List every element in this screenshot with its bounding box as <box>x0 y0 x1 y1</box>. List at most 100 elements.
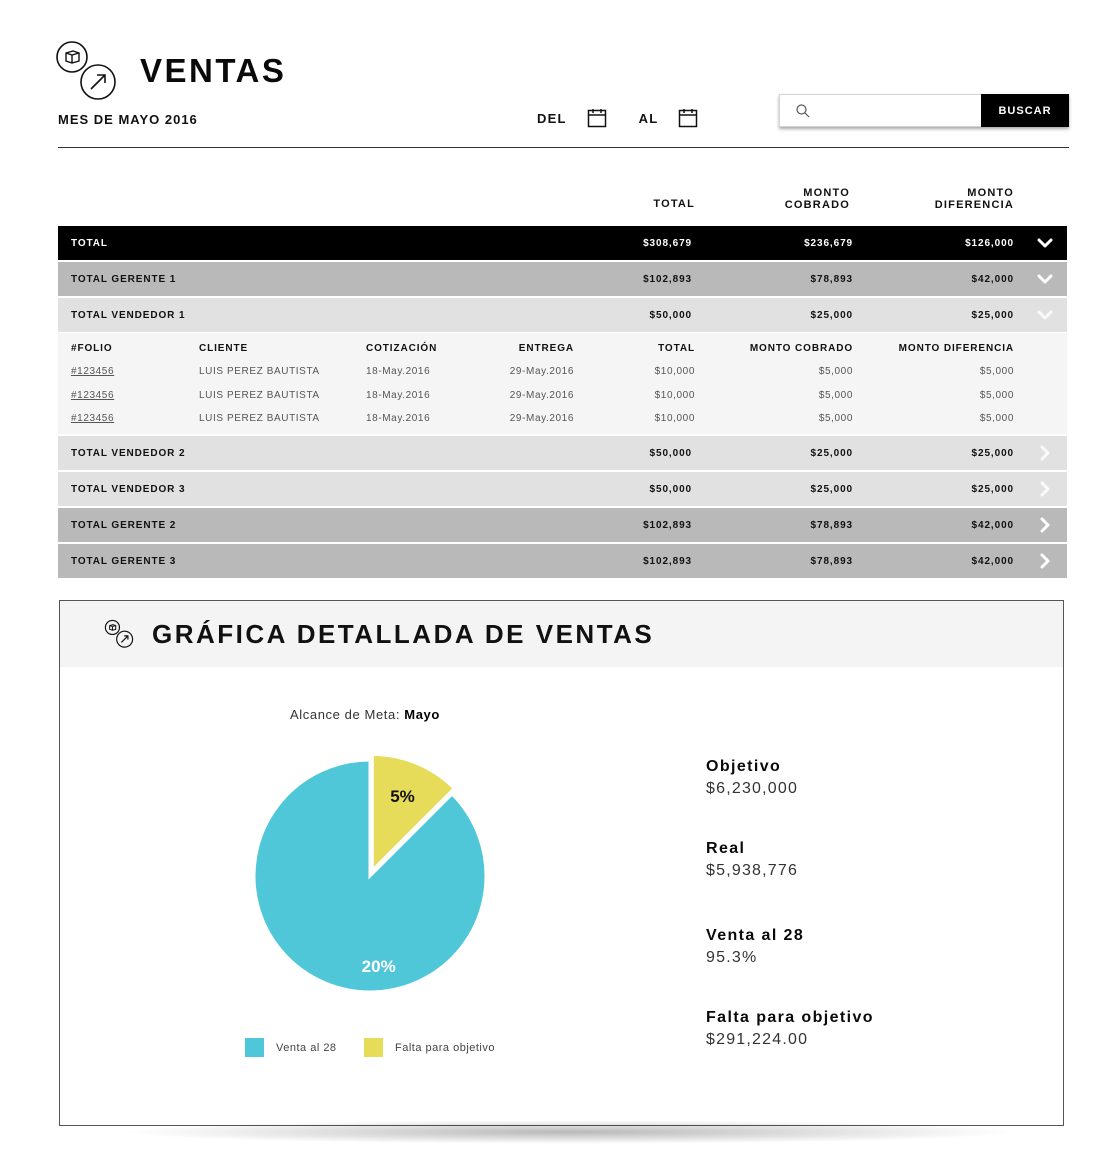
stat-value: $291,224.00 <box>706 1031 809 1048</box>
detail-header-cotizacion: COTIZACIÓN <box>366 343 438 354</box>
cell-total: $10,000 <box>654 390 695 401</box>
folio-link[interactable]: #123456 <box>71 366 114 377</box>
calendar-icon[interactable] <box>587 108 607 128</box>
cell-cotizacion: 18-May.2016 <box>366 390 431 401</box>
chart-caption-month: Mayo <box>404 707 440 722</box>
search-field[interactable] <box>779 94 981 127</box>
header-divider <box>58 147 1069 148</box>
row-monto-diferencia: $25,000 <box>971 447 1014 459</box>
legend-item-venta: Venta al 28 <box>245 1038 337 1057</box>
row-label: TOTAL VENDEDOR 1 <box>71 309 186 321</box>
chevron-right-icon[interactable] <box>1037 481 1053 497</box>
stat-value: $6,230,000 <box>706 780 799 797</box>
summary-row-vendedor-1[interactable]: TOTAL VENDEDOR 1 $50,000 $25,000 $25,000 <box>58 298 1067 332</box>
del-label: DEL <box>537 110 567 126</box>
row-total: $308,679 <box>643 237 692 249</box>
legend-swatch-venta <box>245 1038 264 1057</box>
detail-header-total: TOTAL <box>658 343 695 354</box>
stat-value: 95.3% <box>706 949 758 966</box>
row-total: $50,000 <box>649 447 692 459</box>
folio-link[interactable]: #123456 <box>71 390 114 401</box>
cell-monto-diferencia: $5,000 <box>979 390 1014 401</box>
cell-total: $10,000 <box>654 366 695 377</box>
row-label: TOTAL VENDEDOR 3 <box>71 483 186 495</box>
cell-monto-cobrado: $5,000 <box>818 390 853 401</box>
legend-label-falta: Falta para objetivo <box>395 1041 495 1054</box>
row-monto-diferencia: $25,000 <box>971 483 1014 495</box>
stat-real: Real $5,938,776 <box>706 840 798 880</box>
legend-item-falta: Falta para objetivo <box>364 1038 495 1057</box>
cell-cotizacion: 18-May.2016 <box>366 413 431 424</box>
row-monto-cobrado: $25,000 <box>810 447 853 459</box>
search-icon <box>796 103 810 117</box>
chart-panel-title: GRÁFICA DETALLADA DE VENTAS <box>152 619 655 649</box>
row-monto-cobrado: $236,679 <box>804 237 853 249</box>
al-label: AL <box>638 110 659 126</box>
search-button[interactable]: BUSCAR <box>981 94 1069 127</box>
row-label: TOTAL GERENTE 2 <box>71 519 177 531</box>
detail-header-entrega: ENTREGA <box>518 343 574 354</box>
row-total: $50,000 <box>649 483 692 495</box>
ventas-logo-icon <box>104 619 134 648</box>
cell-monto-diferencia: $5,000 <box>979 366 1014 377</box>
row-monto-cobrado: $78,893 <box>810 555 853 567</box>
col-header-monto-cobrado: MONTO COBRADO <box>785 187 850 211</box>
panel-shadow <box>120 1120 1020 1144</box>
col-header-monto-diferencia: MONTO DIFERENCIA <box>935 187 1014 211</box>
row-monto-cobrado: $78,893 <box>810 273 853 285</box>
summary-row-gerente-2[interactable]: TOTAL GERENTE 2 $102,893 $78,893 $42,000 <box>58 508 1067 542</box>
cell-monto-diferencia: $5,000 <box>979 413 1014 424</box>
col-header-total-label: TOTAL <box>653 198 695 210</box>
cell-cotizacion: 18-May.2016 <box>366 366 431 377</box>
stat-label: Objetivo <box>706 758 782 775</box>
summary-row-gerente-3[interactable]: TOTAL GERENTE 3 $102,893 $78,893 $42,000 <box>58 544 1067 578</box>
summary-row-vendedor-3[interactable]: TOTAL VENDEDOR 3 $50,000 $25,000 $25,000 <box>58 472 1067 506</box>
col-header-monto-diferencia-line2: DIFERENCIA <box>934 199 1014 211</box>
folio-link[interactable]: #123456 <box>71 413 114 424</box>
cell-total: $10,000 <box>654 413 695 424</box>
row-monto-cobrado: $25,000 <box>810 309 853 321</box>
row-total: $102,893 <box>643 519 692 531</box>
legend-swatch-falta <box>364 1038 383 1057</box>
ventas-logo-icon <box>56 41 116 100</box>
row-monto-diferencia: $126,000 <box>965 237 1014 249</box>
pie-chart: 5% 20% <box>252 756 488 994</box>
summary-row-vendedor-2[interactable]: TOTAL VENDEDOR 2 $50,000 $25,000 $25,000 <box>58 436 1067 470</box>
chart-panel: GRÁFICA DETALLADA DE VENTAS Alcance de M… <box>59 600 1064 1126</box>
stat-falta-para-objetivo: Falta para objetivo $291,224.00 <box>706 1009 874 1049</box>
month-label: MES DE MAYO 2016 <box>58 112 198 127</box>
row-label: TOTAL VENDEDOR 2 <box>71 447 186 459</box>
row-total: $102,893 <box>643 555 692 567</box>
search-input[interactable] <box>818 103 981 118</box>
chevron-down-icon[interactable] <box>1037 235 1053 251</box>
cell-entrega: 29-May.2016 <box>509 366 574 377</box>
chart-caption: Alcance de Meta: Mayo <box>290 707 440 722</box>
cell-cliente: LUIS PEREZ BAUTISTA <box>199 390 320 401</box>
summary-row-gerente-1[interactable]: TOTAL GERENTE 1 $102,893 $78,893 $42,000 <box>58 262 1067 296</box>
stat-label: Falta para objetivo <box>706 1009 874 1026</box>
row-monto-diferencia: $42,000 <box>971 555 1014 567</box>
detail-table: #FOLIO CLIENTE COTIZACIÓN ENTREGA TOTAL … <box>58 333 1067 434</box>
chart-caption-prefix: Alcance de Meta: <box>290 707 401 722</box>
detail-header-folio: #FOLIO <box>71 343 113 354</box>
detail-header-cobrado: MONTO COBRADO <box>749 343 853 354</box>
chevron-down-icon[interactable] <box>1037 307 1053 323</box>
detail-header-diferencia: MONTO DIFERENCIA <box>898 343 1014 354</box>
summary-row-total[interactable]: TOTAL $308,679 $236,679 $126,000 <box>58 226 1067 260</box>
cell-entrega: 29-May.2016 <box>509 390 574 401</box>
chart-panel-header: GRÁFICA DETALLADA DE VENTAS <box>60 601 1063 667</box>
search-bar: BUSCAR <box>779 94 1069 127</box>
cell-monto-cobrado: $5,000 <box>818 366 853 377</box>
chevron-right-icon[interactable] <box>1037 553 1053 569</box>
cell-cliente: LUIS PEREZ BAUTISTA <box>199 413 320 424</box>
row-monto-cobrado: $25,000 <box>810 483 853 495</box>
calendar-icon[interactable] <box>678 108 698 128</box>
row-total: $50,000 <box>649 309 692 321</box>
chevron-right-icon[interactable] <box>1037 445 1053 461</box>
row-label: TOTAL GERENTE 3 <box>71 555 177 567</box>
chevron-down-icon[interactable] <box>1037 271 1053 287</box>
stat-label: Real <box>706 840 746 857</box>
stat-venta-al-28: Venta al 28 95.3% <box>706 927 804 967</box>
row-label: TOTAL <box>71 237 108 249</box>
chevron-right-icon[interactable] <box>1037 517 1053 533</box>
